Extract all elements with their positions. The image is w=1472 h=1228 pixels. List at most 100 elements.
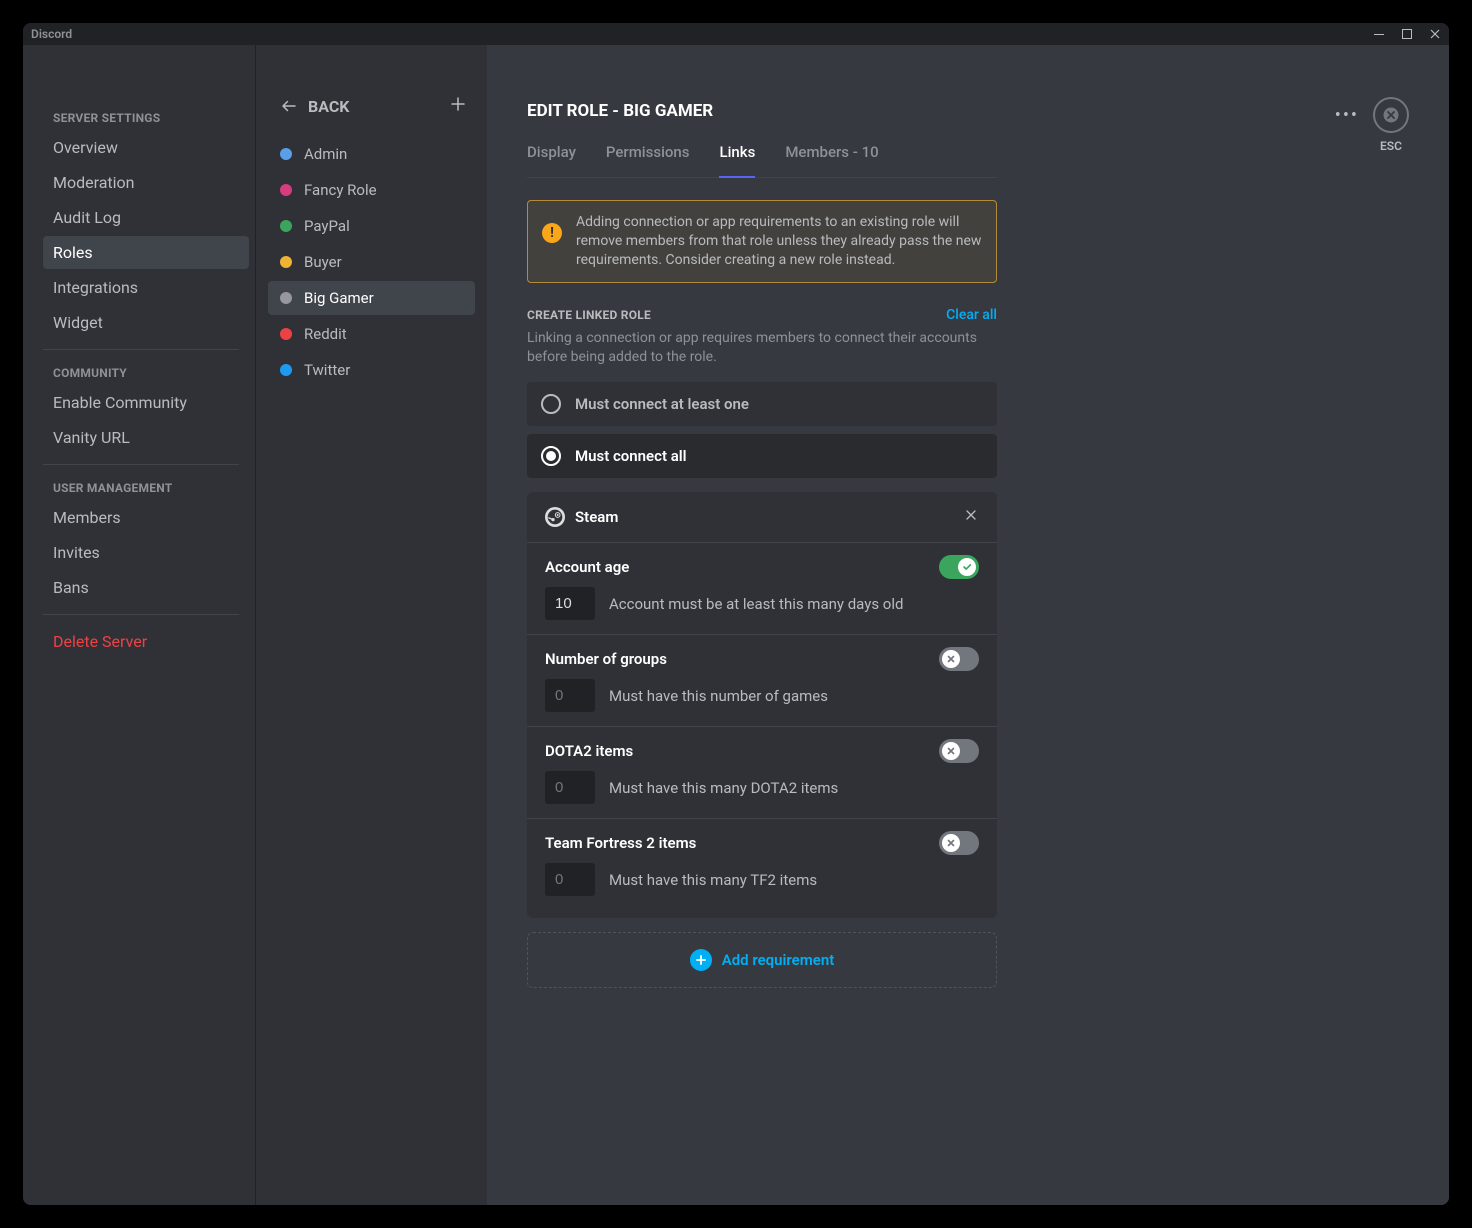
requirement-toggle[interactable]	[939, 647, 979, 671]
requirement-description: Must have this many TF2 items	[609, 871, 817, 889]
nav-roles[interactable]: Roles	[43, 236, 249, 269]
x-icon	[942, 650, 960, 668]
warning-box: ! Adding connection or app requirements …	[527, 200, 997, 283]
requirement-toggle[interactable]	[939, 739, 979, 763]
requirement-title: Number of groups	[545, 650, 667, 668]
main-content: ••• ESC EDIT ROLE - BIG GAMER Display Pe…	[487, 45, 1449, 1205]
window-controls	[1365, 23, 1449, 45]
category-user-management: USER MANAGEMENT	[43, 475, 249, 501]
requirement-title: Account age	[545, 558, 629, 576]
role-color-dot	[280, 292, 292, 304]
close-esc-label: ESC	[1380, 139, 1402, 153]
back-button[interactable]: BACK	[280, 97, 349, 116]
role-color-dot	[280, 256, 292, 268]
radio-icon	[541, 446, 561, 466]
requirement-value-input[interactable]	[545, 587, 595, 620]
nav-members[interactable]: Members	[43, 501, 249, 534]
role-color-dot	[280, 184, 292, 196]
divider	[43, 614, 239, 615]
requirement-toggle[interactable]	[939, 555, 979, 579]
nav-integrations[interactable]: Integrations	[43, 271, 249, 304]
roles-column: BACK Admin Fancy RolePayPal Buyer Big Gamer…	[255, 45, 487, 1205]
category-community: COMMUNITY	[43, 360, 249, 386]
plus-circle-icon	[690, 949, 712, 971]
nav-moderation[interactable]: Moderation	[43, 166, 249, 199]
role-color-dot	[280, 364, 292, 376]
category-server-settings: SERVER SETTINGS	[43, 105, 249, 131]
plus-icon	[449, 95, 467, 113]
tab-display[interactable]: Display	[527, 143, 576, 177]
connection-card-steam: Steam Account ageAccount must be at leas…	[527, 492, 997, 918]
role-item[interactable]: Buyer	[268, 245, 475, 279]
minimize-button[interactable]	[1365, 23, 1393, 45]
nav-widget[interactable]: Widget	[43, 306, 249, 339]
more-options-button[interactable]: •••	[1335, 105, 1359, 126]
titlebar: Discord	[23, 23, 1449, 45]
warning-text: Adding connection or app requirements to…	[576, 213, 982, 270]
check-icon	[958, 558, 976, 576]
role-item[interactable]: Twitter	[268, 353, 475, 387]
tab-members[interactable]: Members - 10	[785, 143, 878, 177]
divider	[43, 349, 239, 350]
role-name-label: Big Gamer	[304, 289, 374, 307]
nav-enable-community[interactable]: Enable Community	[43, 386, 249, 419]
nav-overview[interactable]: Overview	[43, 131, 249, 164]
role-name-label: Reddit	[304, 325, 347, 343]
role-item[interactable]: PayPal	[268, 209, 475, 243]
role-name-label: Admin	[304, 145, 347, 163]
nav-audit-log[interactable]: Audit Log	[43, 201, 249, 234]
tab-permissions[interactable]: Permissions	[606, 143, 690, 177]
close-settings-button[interactable]	[1373, 97, 1409, 133]
section-description: Linking a connection or app requires mem…	[527, 329, 997, 367]
clear-all-button[interactable]: Clear all	[946, 307, 997, 323]
divider	[43, 464, 239, 465]
arrow-left-icon	[280, 97, 298, 115]
back-label: BACK	[308, 97, 349, 116]
requirement-block: DOTA2 items Must have this many DOTA2 ite…	[527, 726, 997, 818]
requirement-toggle[interactable]	[939, 831, 979, 855]
remove-connection-button[interactable]	[963, 507, 979, 527]
radio-connect-all[interactable]: Must connect all	[527, 434, 997, 478]
requirement-value-input[interactable]	[545, 679, 595, 712]
requirement-description: Must have this many DOTA2 items	[609, 779, 838, 797]
close-icon	[963, 507, 979, 523]
nav-delete-server[interactable]: Delete Server	[43, 625, 249, 658]
radio-icon	[541, 394, 561, 414]
app-name: Discord	[31, 27, 72, 41]
title-role-name: BIG GAMER	[623, 101, 713, 121]
x-icon	[942, 742, 960, 760]
section-title: CREATE LINKED ROLE	[527, 308, 651, 322]
warning-icon: !	[542, 223, 562, 243]
radio-label-at-least-one: Must connect at least one	[575, 395, 749, 413]
page-title: EDIT ROLE - BIG GAMER	[527, 101, 997, 121]
requirement-title: Team Fortress 2 items	[545, 834, 696, 852]
add-requirement-label: Add requirement	[722, 951, 835, 969]
add-requirement-button[interactable]: Add requirement	[527, 932, 997, 988]
steam-icon	[545, 507, 565, 527]
requirement-title: DOTA2 items	[545, 742, 633, 760]
nav-invites[interactable]: Invites	[43, 536, 249, 569]
role-name-label: Twitter	[304, 361, 350, 379]
requirement-description: Account must be at least this many days …	[609, 595, 903, 613]
role-name-label: Buyer	[304, 253, 342, 271]
role-item[interactable]: Admin	[268, 137, 475, 171]
close-window-button[interactable]	[1421, 23, 1449, 45]
role-item[interactable]: Fancy Role	[268, 173, 475, 207]
tab-links[interactable]: Links	[719, 143, 755, 177]
maximize-button[interactable]	[1393, 23, 1421, 45]
radio-at-least-one[interactable]: Must connect at least one	[527, 382, 997, 426]
role-item[interactable]: Big Gamer	[268, 281, 475, 315]
x-icon	[942, 834, 960, 852]
role-color-dot	[280, 328, 292, 340]
role-item[interactable]: Reddit	[268, 317, 475, 351]
nav-vanity-url[interactable]: Vanity URL	[43, 421, 249, 454]
requirement-value-input[interactable]	[545, 863, 595, 896]
nav-bans[interactable]: Bans	[43, 571, 249, 604]
close-icon	[1382, 106, 1400, 124]
requirement-value-input[interactable]	[545, 771, 595, 804]
role-color-dot	[280, 220, 292, 232]
title-prefix: EDIT ROLE -	[527, 101, 623, 121]
requirement-block: Team Fortress 2 items Must have this many…	[527, 818, 997, 910]
role-color-dot	[280, 148, 292, 160]
add-role-button[interactable]	[449, 95, 467, 117]
